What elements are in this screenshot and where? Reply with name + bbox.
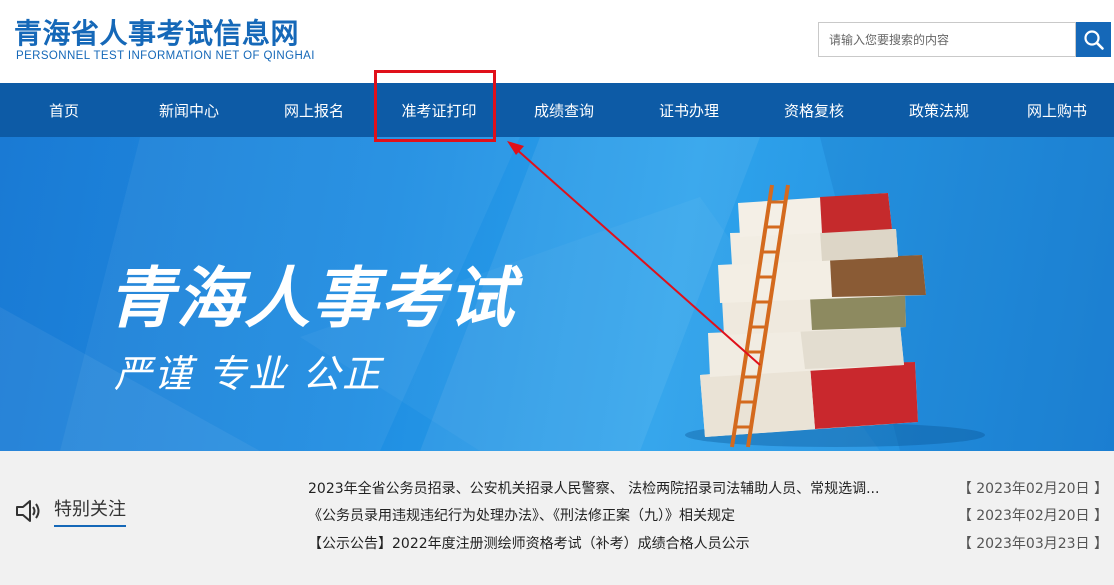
news-item-title[interactable]: 2023年全省公务员招录、公安机关招录人民警察、 法检两院招录司法辅助人员、常规… — [308, 478, 879, 498]
news-item-date: 【 2023年02月20日 】 — [957, 508, 1108, 524]
nav-item-qualification-review[interactable]: 资格复核 — [750, 83, 878, 137]
news-item-date: 【 2023年03月23日 】 — [957, 536, 1108, 552]
speaker-icon — [16, 500, 40, 522]
nav-item-news[interactable]: 新闻中心 — [128, 83, 250, 137]
news-item[interactable]: 2023年全省公务员招录、公安机关招录人民警察、 法检两院招录司法辅助人员、常规… — [308, 475, 1108, 501]
nav-item-certificate[interactable]: 证书办理 — [628, 83, 750, 137]
news-item-title[interactable]: 《公务员录用违规违纪行为处理办法》、《刑法修正案（九）》相关规定 — [308, 505, 735, 525]
nav-item-score-query[interactable]: 成绩查询 — [500, 83, 628, 137]
notice-header: 特别关注 — [14, 495, 126, 527]
news-item[interactable]: 《公务员录用违规违纪行为处理办法》、《刑法修正案（九）》相关规定 【 2023年… — [308, 502, 1108, 528]
nav-item-registration[interactable]: 网上报名 — [250, 83, 378, 137]
search-input[interactable] — [818, 22, 1076, 57]
nav-item-policy[interactable]: 政策法规 — [878, 83, 1000, 137]
nav-item-bookstore[interactable]: 网上购书 — [1000, 83, 1114, 137]
book-stack-illustration — [685, 184, 985, 448]
search-icon — [1083, 29, 1104, 50]
news-item[interactable]: 【公示公告】2022年度注册测绘师资格考试（补考）成绩合格人员公示 【 2023… — [308, 530, 1108, 556]
notice-section: 特别关注 2023年全省公务员招录、公安机关招录人民警察、 法检两院招录司法辅助… — [0, 451, 1114, 585]
main-nav: 首页 新闻中心 网上报名 准考证打印 成绩查询 证书办理 资格复核 政策法规 网… — [0, 83, 1114, 137]
site-logo-subtitle: PERSONNEL TEST INFORMATION NET OF QINGHA… — [16, 50, 315, 62]
header: 青海省人事考试信息网 PERSONNEL TEST INFORMATION NE… — [0, 0, 1114, 83]
news-item-date: 【 2023年02月20日 】 — [957, 481, 1108, 497]
page: 青海省人事考试信息网 PERSONNEL TEST INFORMATION NE… — [0, 0, 1114, 585]
banner-slogan: 严谨 专业 公正 — [114, 352, 383, 396]
search-button[interactable] — [1076, 22, 1111, 57]
hero-banner: 青海人事考试 严谨 专业 公正 — [0, 137, 1114, 451]
site-logo-title[interactable]: 青海省人事考试信息网 — [14, 12, 299, 52]
nav-item-admission-ticket[interactable]: 准考证打印 — [378, 83, 500, 137]
notice-label: 特别关注 — [54, 495, 126, 527]
nav-item-home[interactable]: 首页 — [0, 83, 128, 137]
banner-title: 青海人事考试 — [108, 260, 516, 337]
news-item-title[interactable]: 【公示公告】2022年度注册测绘师资格考试（补考）成绩合格人员公示 — [308, 533, 750, 553]
